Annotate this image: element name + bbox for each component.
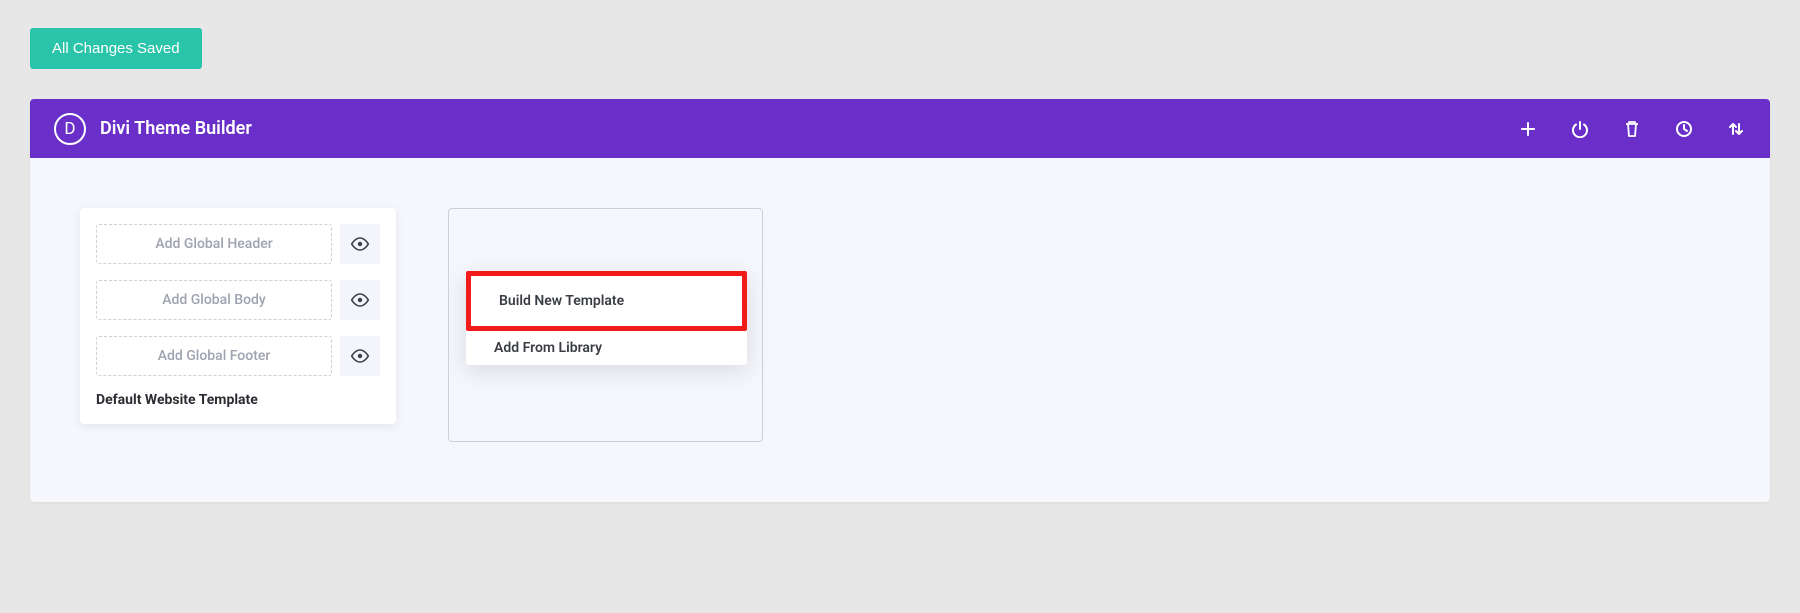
panel-title: Divi Theme Builder (100, 118, 1518, 139)
build-new-template-option[interactable]: Build New Template (466, 271, 747, 331)
add-from-library-option[interactable]: Add From Library (466, 331, 747, 365)
history-icon[interactable] (1674, 119, 1694, 139)
panel-header: D Divi Theme Builder (30, 99, 1770, 158)
template-card-title: Default Website Template (96, 392, 380, 408)
trash-icon[interactable] (1622, 119, 1642, 139)
all-changes-saved-button[interactable]: All Changes Saved (30, 28, 202, 69)
add-global-header-slot[interactable]: Add Global Header (96, 224, 332, 264)
add-global-body-slot[interactable]: Add Global Body (96, 280, 332, 320)
visibility-toggle-footer[interactable] (340, 336, 380, 376)
eye-icon (350, 349, 370, 363)
add-global-footer-slot[interactable]: Add Global Footer (96, 336, 332, 376)
new-template-dropdown: Build New Template Add From Library (466, 271, 747, 365)
panel-body: Add Global Header Add Global Body Add Gl… (30, 158, 1770, 502)
visibility-toggle-header[interactable] (340, 224, 380, 264)
header-action-icons (1518, 119, 1746, 139)
default-template-card: Add Global Header Add Global Body Add Gl… (80, 208, 396, 424)
visibility-toggle-body[interactable] (340, 280, 380, 320)
divi-logo-icon: D (54, 113, 86, 145)
theme-builder-panel: D Divi Theme Builder (30, 99, 1770, 502)
eye-icon (350, 237, 370, 251)
add-new-template-card[interactable]: Build New Template Add From Library (448, 208, 763, 442)
eye-icon (350, 293, 370, 307)
import-export-icon[interactable] (1726, 119, 1746, 139)
add-icon[interactable] (1518, 119, 1538, 139)
power-save-icon[interactable] (1570, 119, 1590, 139)
